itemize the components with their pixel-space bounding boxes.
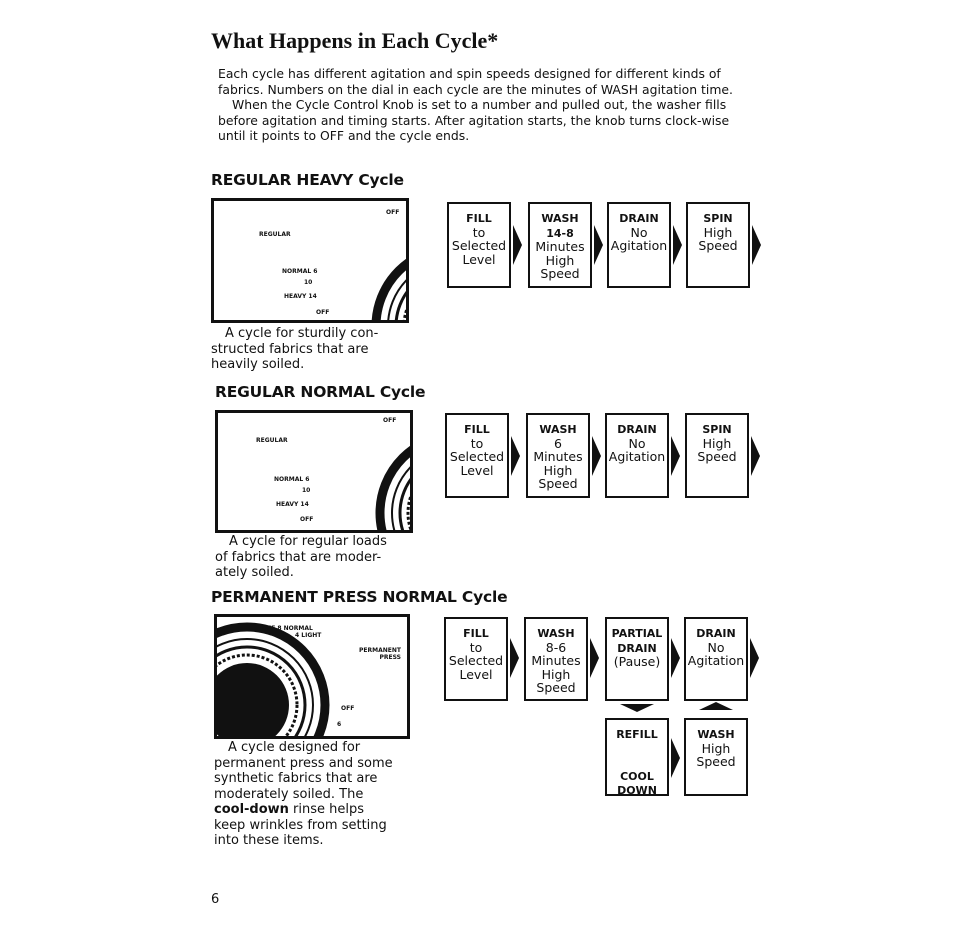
step-detail: Speed xyxy=(698,238,738,253)
step-detail: Speed xyxy=(538,476,578,491)
step-detail: Speed xyxy=(536,680,576,695)
arrow-right-icon xyxy=(592,436,601,476)
step-title: DRAIN xyxy=(617,423,657,436)
dial-label: 10 xyxy=(302,487,311,494)
cycle-step-box: DRAIN No Agitation xyxy=(607,202,671,288)
cycle-step-box: FILL to Selected Level xyxy=(445,413,509,498)
dial-label: OFF xyxy=(341,705,355,712)
arrow-right-icon xyxy=(673,225,682,265)
cycle-step-box: WASH High Speed xyxy=(684,718,748,796)
page-title: What Happens in Each Cycle* xyxy=(211,28,499,53)
arrow-right-icon xyxy=(750,638,759,678)
dial-label: OFF xyxy=(386,209,400,216)
step-detail: Level xyxy=(460,462,494,478)
dial-label: 4 LIGHT xyxy=(295,632,322,639)
dial-label: OFF xyxy=(300,516,314,523)
step-title: FILL xyxy=(466,212,492,225)
arrow-up-icon xyxy=(699,702,733,710)
cool-down-emphasis: cool-down xyxy=(214,802,289,817)
dial-label: NORMAL 6 xyxy=(274,476,310,483)
cycle-step-box: WASH 14-8 Minutes High Speed xyxy=(528,202,592,288)
cycle-step-box: PARTIAL DRAIN (Pause) xyxy=(605,617,669,701)
step-title: PARTIAL DRAIN xyxy=(611,627,663,655)
step-detail: Agitation xyxy=(608,449,666,464)
cycle-step-box: SPIN High Speed xyxy=(685,413,749,498)
arrow-right-icon xyxy=(671,738,680,778)
step-title: WASH xyxy=(697,728,735,741)
step-detail: COOL DOWN xyxy=(617,769,657,798)
step-title: FILL xyxy=(463,627,489,640)
dial-label: HEAVY 14 xyxy=(276,501,309,508)
dial-label: OFF xyxy=(316,309,330,316)
step-title: SPIN xyxy=(702,423,732,436)
section-caption: A cycle for regular loads of fabrics tha… xyxy=(215,534,387,580)
step-detail: Level xyxy=(459,666,493,682)
step-title: WASH xyxy=(539,423,577,436)
page-number: 6 xyxy=(211,892,220,907)
cycle-step-box: DRAIN No Agitation xyxy=(605,413,669,498)
arrow-right-icon xyxy=(751,436,760,476)
cycle-step-box: REFILL COOL DOWN xyxy=(605,718,669,798)
step-detail: Speed xyxy=(696,754,736,769)
arrow-right-icon xyxy=(590,638,599,678)
step-title: SPIN xyxy=(703,212,733,225)
cycle-knob-icon xyxy=(371,258,406,320)
section-heading: PERMANENT PRESS NORMAL Cycle xyxy=(211,588,508,606)
step-title: DRAIN xyxy=(696,627,736,640)
step-title: REFILL xyxy=(616,728,658,741)
dial-illustration: REGULAR OFF NORMAL 6 10 HEAVY 14 OFF xyxy=(215,410,413,533)
step-detail: 14-8 xyxy=(546,226,574,240)
arrow-right-icon xyxy=(513,225,522,265)
dial-label: OFF 8 NORMAL xyxy=(262,625,313,632)
section-heading: REGULAR NORMAL Cycle xyxy=(215,383,426,401)
intro-paragraph: Each cycle has different agitation and s… xyxy=(218,66,733,97)
dial-label: REGULAR xyxy=(259,231,291,238)
cycle-knob-icon xyxy=(375,445,410,530)
dial-label: REGULAR xyxy=(256,437,288,444)
section-caption: A cycle for sturdily con-structed fabric… xyxy=(211,326,379,372)
arrow-right-icon xyxy=(752,225,761,265)
step-title: FILL xyxy=(464,423,490,436)
cycle-step-box: DRAIN No Agitation xyxy=(684,617,748,701)
dial-label: 10 xyxy=(304,279,313,286)
arrow-down-icon xyxy=(620,704,654,712)
section-caption: A cycle designed for permanent press and… xyxy=(214,740,393,848)
dial-label: 6 xyxy=(337,721,342,728)
dial-illustration: REGULAR OFF NORMAL 6 10 HEAVY 14 OFF xyxy=(211,198,409,323)
cycle-step-box: WASH 8-6 Minutes High Speed xyxy=(524,617,588,701)
step-title: WASH xyxy=(537,627,575,640)
step-detail: Agitation xyxy=(687,653,745,668)
dial-label: HEAVY 14 xyxy=(284,293,317,300)
step-detail: (Pause) xyxy=(613,654,661,669)
dial-label: NORMAL 6 xyxy=(282,268,318,275)
intro-paragraph: When the Cycle Control Knob is set to a … xyxy=(218,97,730,143)
cycle-step-box: FILL to Selected Level xyxy=(444,617,508,701)
arrow-right-icon xyxy=(594,225,603,265)
step-detail: Level xyxy=(462,251,496,267)
arrow-right-icon xyxy=(511,436,520,476)
dial-illustration: PERMANENT PRESS OFF 8 NORMAL 4 LIGHT OFF 6 xyxy=(214,614,410,739)
cycle-step-box: FILL to Selected Level xyxy=(447,202,511,288)
dial-label: PERMANENT PRESS xyxy=(359,647,401,661)
step-detail: Speed xyxy=(540,266,580,281)
dial-label: OFF xyxy=(383,417,397,424)
step-title: DRAIN xyxy=(619,212,659,225)
section-heading: REGULAR HEAVY Cycle xyxy=(211,171,404,189)
step-detail: Speed xyxy=(697,449,737,464)
cycle-step-box: SPIN High Speed xyxy=(686,202,750,288)
cycle-step-box: WASH 6 Minutes High Speed xyxy=(526,413,590,498)
step-detail: Agitation xyxy=(610,238,668,253)
step-detail xyxy=(635,754,639,769)
arrow-right-icon xyxy=(671,436,680,476)
arrow-right-icon xyxy=(671,638,680,678)
intro-text: Each cycle has different agitation and s… xyxy=(218,66,738,144)
arrow-right-icon xyxy=(510,638,519,678)
manual-page: What Happens in Each Cycle* Each cycle h… xyxy=(0,0,954,936)
step-title: WASH xyxy=(541,212,579,225)
